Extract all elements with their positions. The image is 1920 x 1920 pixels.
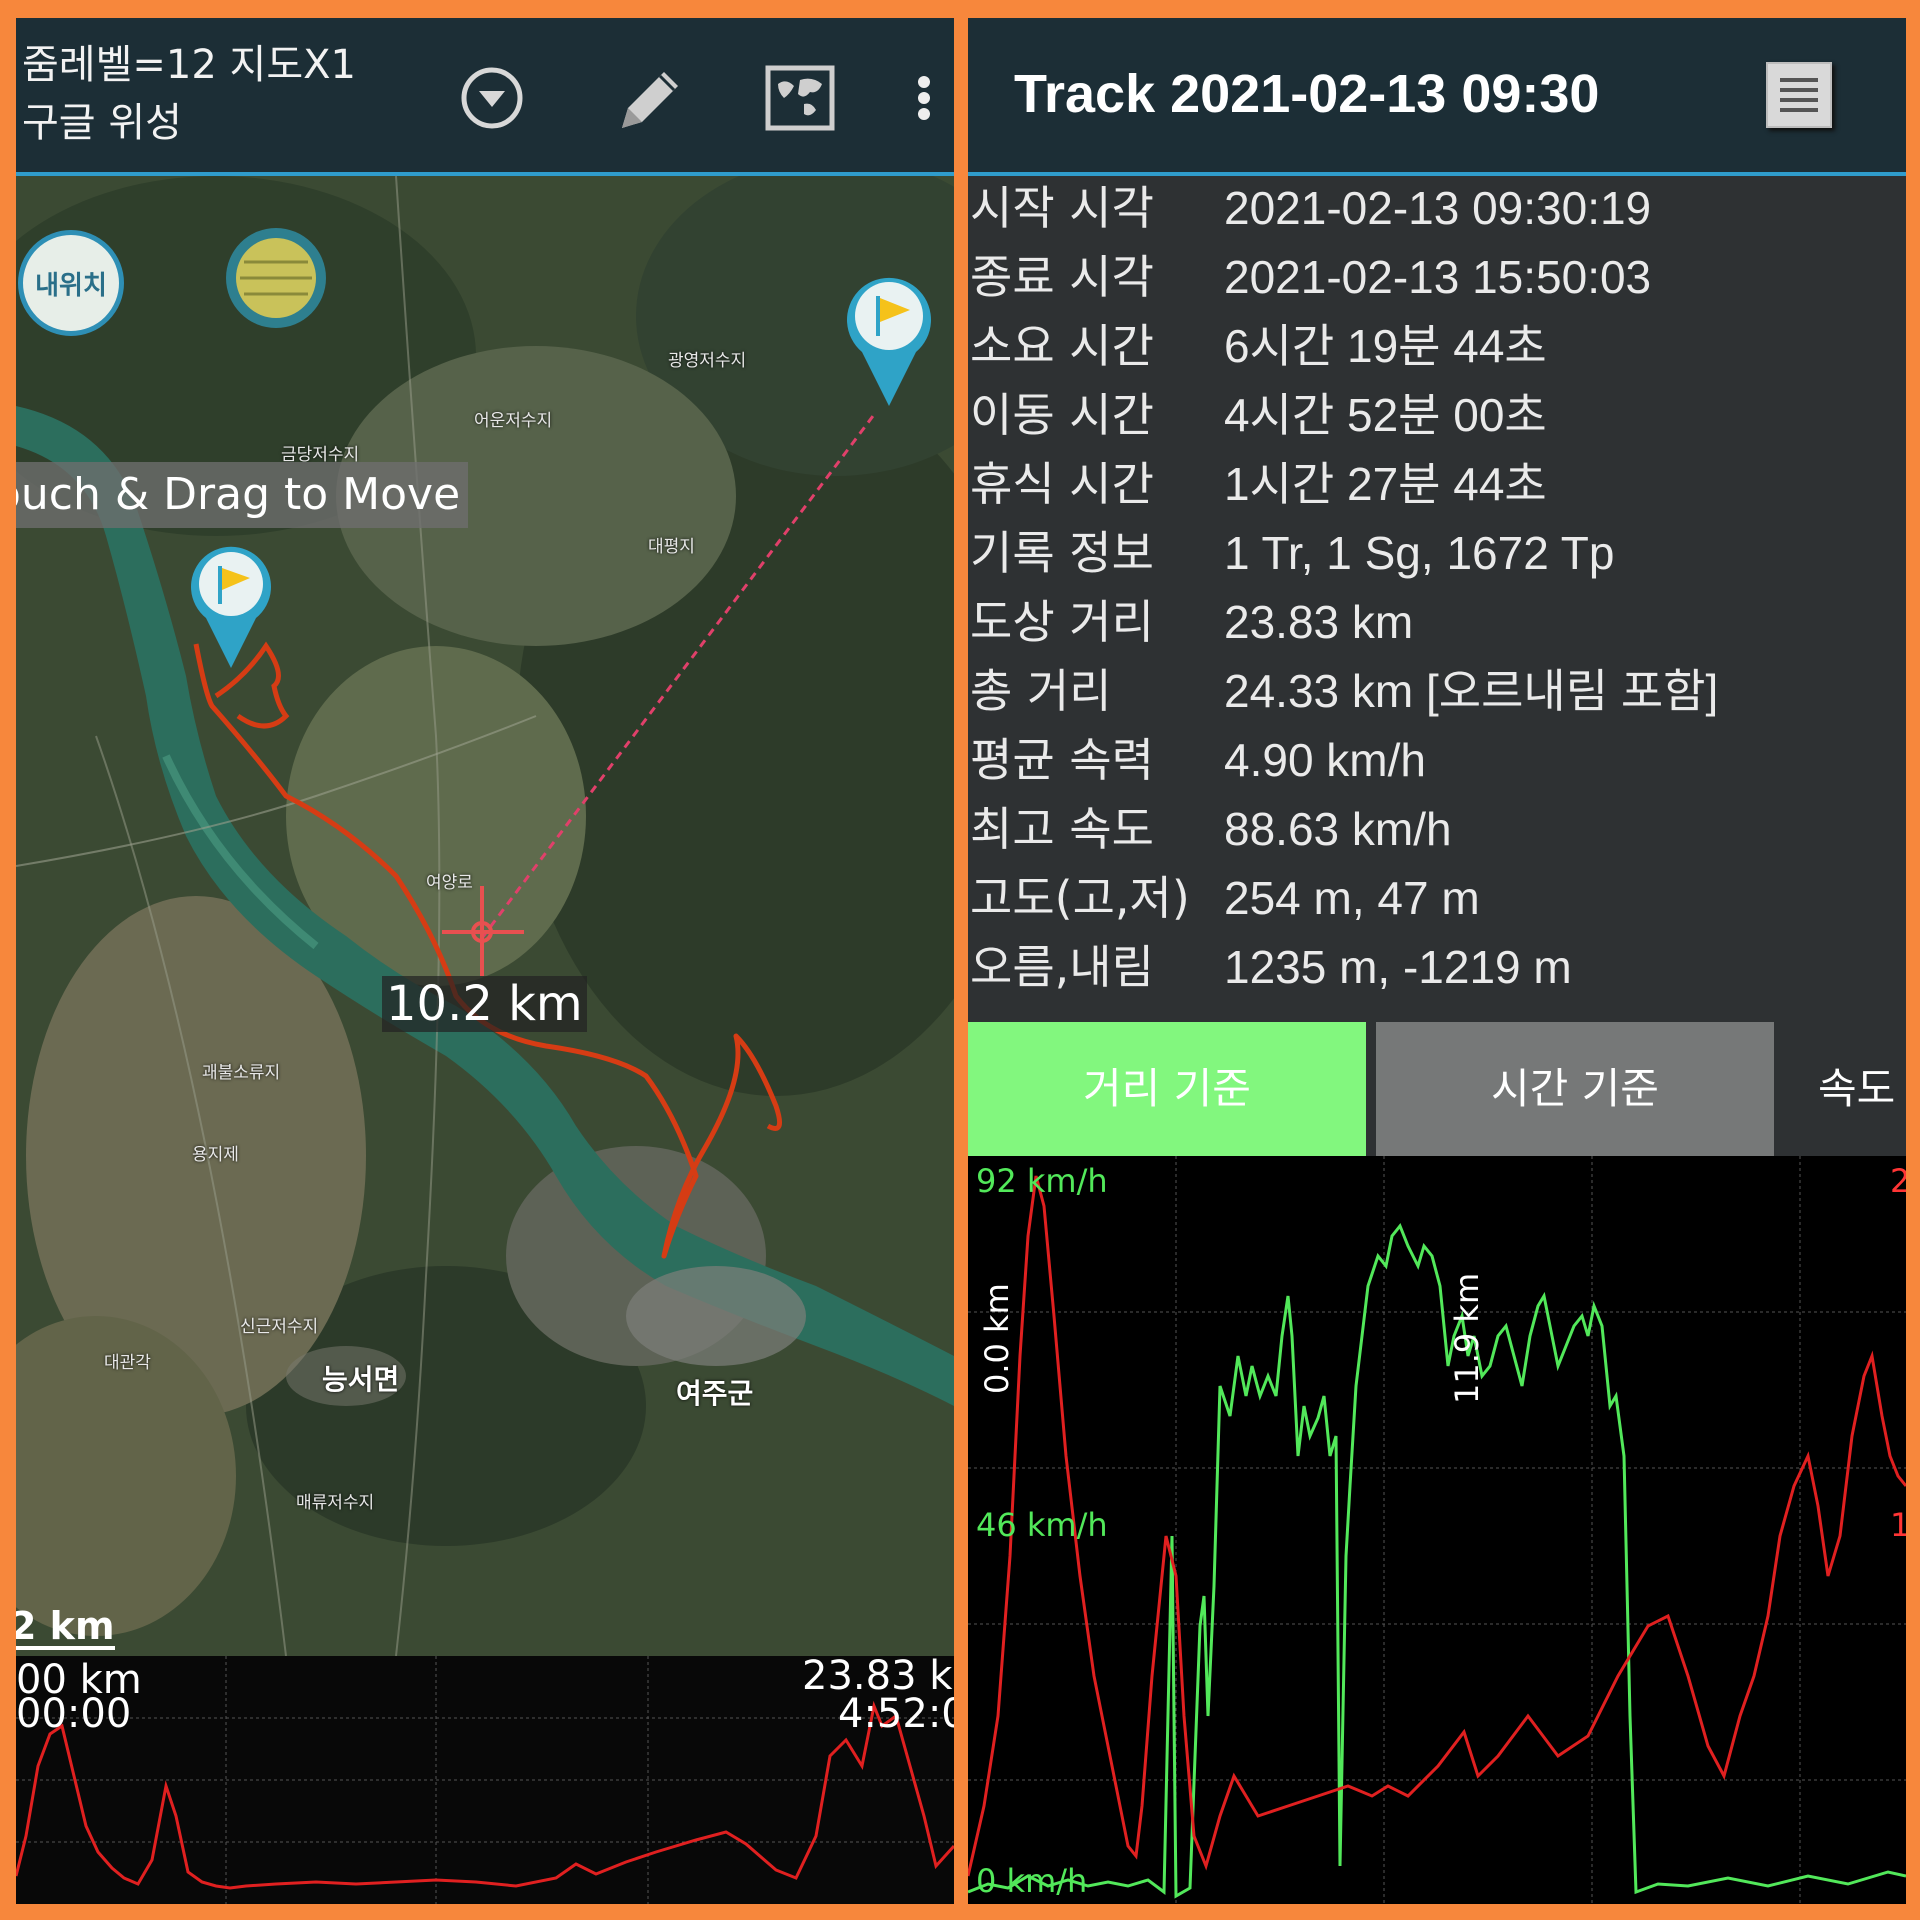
stat-label: 총 거리 <box>970 664 1112 718</box>
list-menu-button[interactable] <box>1766 62 1832 128</box>
stat-label: 고도(고,저) <box>970 871 1190 925</box>
zoom-status: 줌레벨=12 지도X1 구글 위성 <box>22 36 356 152</box>
drag-hint: ouch & Drag to Move <box>16 462 469 528</box>
map-place-label: 어운저수지 <box>474 411 553 431</box>
dropdown-circle-icon[interactable] <box>452 58 532 138</box>
mini-end-distance: 23.83 k <box>802 1653 953 1699</box>
map-type-text: 구글 위성 <box>22 100 182 146</box>
stat-value: 254 m, 47 m <box>1224 872 1480 924</box>
stat-value: 1235 m, -1219 m <box>1224 941 1572 993</box>
map-place-label: 대평지 <box>648 537 695 557</box>
map-screen: 줌레벨=12 지도X1 구글 위성 광영저수지 어운저수지 금당저수지 대평지 … <box>16 18 954 1904</box>
layer-icon <box>236 238 316 318</box>
speed-axis-max: 92 km/h <box>976 1162 1108 1200</box>
tab-distance[interactable]: 거리 기준 <box>968 1022 1366 1156</box>
marker-start-distance: 0.0 km <box>978 1283 1016 1394</box>
stat-value: 2021-02-13 09:30:19 <box>1224 182 1652 234</box>
stat-value: 24.33 km [오르내림 포함] <box>1224 665 1719 717</box>
tab-speed[interactable]: 속도 <box>1784 1022 1906 1156</box>
start-flag-icon[interactable] <box>176 532 286 672</box>
map-place-label: 광영저수지 <box>668 351 747 371</box>
more-vert-icon[interactable] <box>904 58 944 138</box>
layer-toggle-button[interactable] <box>226 228 326 328</box>
map-place-label: 능서면 <box>322 1363 400 1396</box>
pencil-icon[interactable] <box>608 58 688 138</box>
world-map-icon[interactable] <box>760 58 840 138</box>
map-place-label: 대관각 <box>104 1353 151 1373</box>
track-stats-list: 시작 시각 2021-02-13 09:30:19 종료 시각 2021-02-… <box>968 176 1906 1022</box>
mini-profile-chart[interactable]: 00 km 00:00 23.83 k 4:52:0 <box>16 1656 954 1904</box>
stat-label: 이동 시간 <box>970 388 1154 442</box>
elevation-axis-mid: 1 <box>1890 1506 1906 1544</box>
stat-label: 평균 속력 <box>970 733 1154 787</box>
map-place-label: 매류저수지 <box>296 1493 375 1513</box>
map-place-label: 신근저수지 <box>240 1317 319 1337</box>
stat-value: 6시간 19분 44초 <box>1224 320 1547 372</box>
mini-start-time: 00:00 <box>16 1691 132 1737</box>
my-location-label: 내위치 <box>35 271 107 301</box>
stat-label: 소요 시간 <box>970 319 1154 373</box>
stat-label: 시작 시각 <box>970 181 1154 235</box>
map-place-label: 여양로 <box>426 873 473 893</box>
my-location-button[interactable]: 내위치 <box>18 230 124 336</box>
speed-elevation-chart[interactable]: 92 km/h 46 km/h 0 km/h 2 1 0.0 km 11.9 k… <box>968 1156 1906 1904</box>
elevation-axis-top: 2 <box>1890 1162 1906 1200</box>
speed-elevation-graph <box>968 1156 1906 1904</box>
stat-value: 88.63 km/h <box>1224 803 1452 855</box>
stat-label: 최고 속도 <box>970 802 1154 856</box>
stat-label: 종료 시각 <box>970 250 1154 304</box>
satellite-map[interactable]: 광영저수지 어운저수지 금당저수지 대평지 여양로 괘불소류지 용지제 신근저수… <box>16 176 954 1656</box>
stat-label: 기록 정보 <box>970 526 1154 580</box>
stat-label: 도상 거리 <box>970 595 1154 649</box>
marker-mid-distance: 11.9 km <box>1448 1272 1486 1404</box>
scale-bar: 2 km <box>16 1606 115 1650</box>
mini-end-time: 4:52:0 <box>838 1691 954 1737</box>
track-info-screen: Track 2021-02-13 09:30 시작 시각 2021-02-13 … <box>968 18 1906 1904</box>
stat-value: 4.90 km/h <box>1224 734 1426 786</box>
stat-value: 4시간 52분 00초 <box>1224 389 1547 441</box>
stat-label: 휴식 시간 <box>970 457 1154 511</box>
map-place-label: 여주군 <box>676 1377 754 1410</box>
distance-label: 10.2 km <box>382 976 587 1032</box>
map-toolbar: 줌레벨=12 지도X1 구글 위성 <box>16 18 954 176</box>
stat-value: 1시간 27분 44초 <box>1224 458 1547 510</box>
speed-axis-mid: 46 km/h <box>976 1506 1108 1544</box>
map-place-label: 괘불소류지 <box>202 1063 281 1083</box>
stat-value: 2021-02-13 15:50:03 <box>1224 251 1652 303</box>
stat-value: 23.83 km <box>1224 596 1414 648</box>
stat-label: 오름,내림 <box>970 940 1154 994</box>
end-flag-icon[interactable] <box>834 260 944 410</box>
map-terrain <box>16 176 954 1656</box>
zoom-level-text: 줌레벨=12 지도X1 <box>22 42 356 88</box>
speed-axis-min: 0 km/h <box>976 1862 1088 1900</box>
tab-time[interactable]: 시간 기준 <box>1376 1022 1774 1156</box>
track-header: Track 2021-02-13 09:30 <box>968 18 1906 176</box>
track-title: Track 2021-02-13 09:30 <box>1014 64 1600 124</box>
map-place-label: 용지제 <box>192 1145 239 1165</box>
stat-value: 1 Tr, 1 Sg, 1672 Tp <box>1224 527 1615 579</box>
